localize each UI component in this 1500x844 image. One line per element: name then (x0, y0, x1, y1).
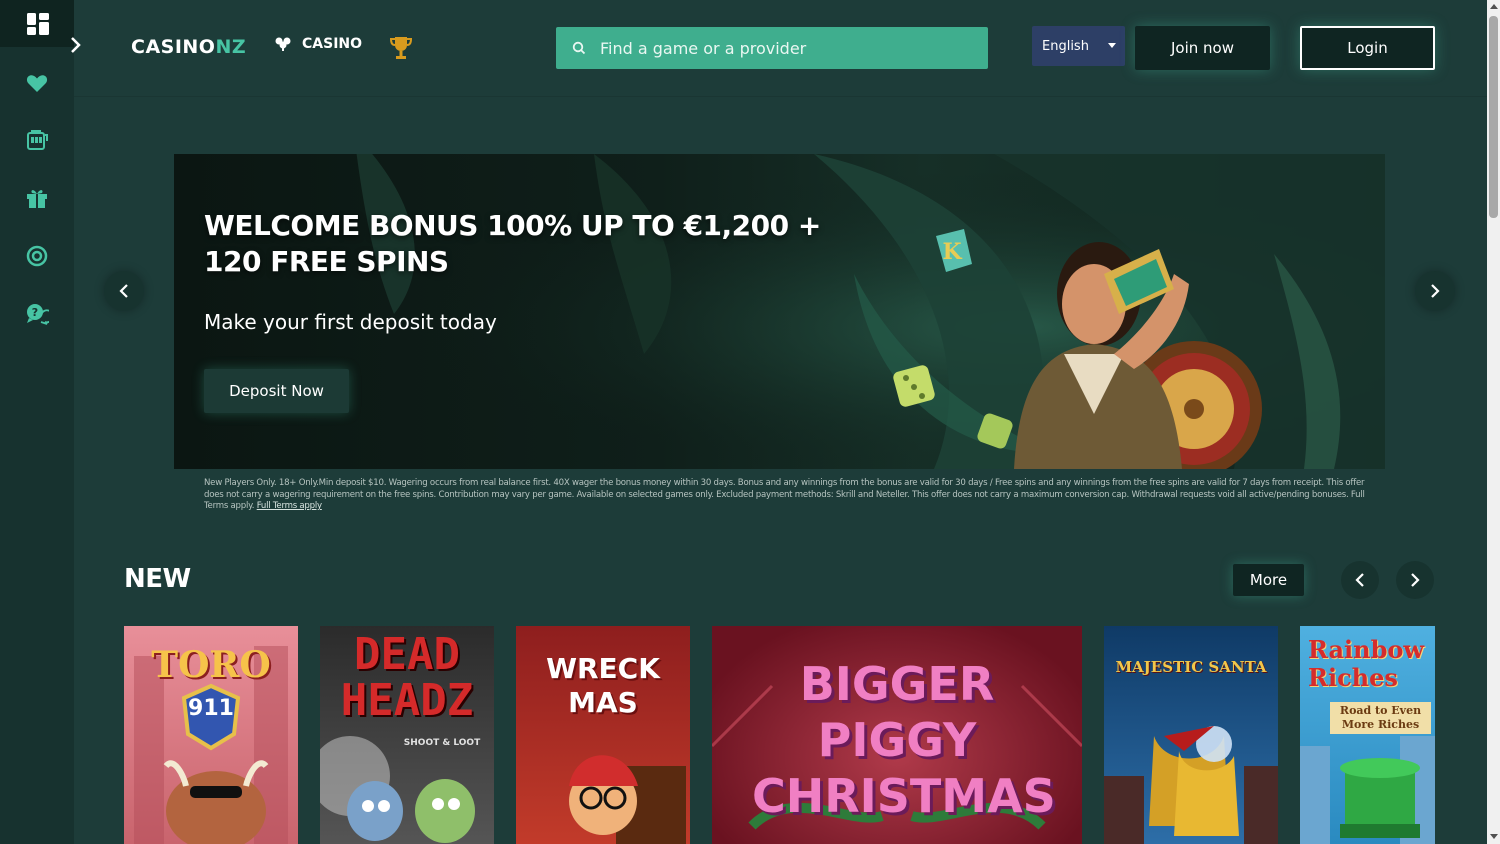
logo-suffix: NZ (215, 36, 247, 58)
gift-icon (27, 190, 47, 208)
scroll-thumb[interactable] (1489, 16, 1498, 218)
sidebar-dashboard-item[interactable] (0, 0, 74, 47)
sidebar-item-help[interactable]: ? (0, 285, 74, 343)
nav-casino-label: CASINO (302, 36, 363, 52)
search-icon (572, 41, 586, 55)
search-bar[interactable]: Find a game or a provider (556, 27, 988, 69)
sidebar-expand-button[interactable] (66, 34, 86, 56)
promo-banner[interactable]: K WELCOME BONUS 100% UP TO €1,200 + 120 … (174, 154, 1385, 469)
banner-subtitle: Make your first deposit today (204, 310, 497, 334)
game-tile[interactable]: DEAD HEADZ SHOOT & LOOT (320, 626, 494, 844)
chevron-left-icon (1355, 573, 1364, 587)
game-title: DEAD HEADZ (340, 629, 474, 726)
games-next-button[interactable] (1396, 561, 1434, 599)
more-button[interactable]: More (1233, 564, 1304, 596)
site-logo[interactable]: CASINONZ (131, 36, 246, 58)
join-now-button[interactable]: Join now (1135, 26, 1270, 70)
games-prev-button[interactable] (1341, 561, 1379, 599)
game-title: MAJESTIC SANTA (1115, 658, 1267, 676)
section-title-new: NEW (124, 564, 191, 594)
search-placeholder: Find a game or a provider (600, 38, 807, 58)
game-tile[interactable]: TORO 911 (124, 626, 298, 844)
deposit-now-button[interactable]: Deposit Now (204, 369, 349, 413)
heart-icon (26, 75, 48, 92)
svg-text:K: K (942, 239, 962, 265)
chat-help-icon: ? (27, 304, 49, 325)
chevron-right-icon (1411, 573, 1420, 587)
svg-text:?: ? (32, 306, 38, 319)
game-tile[interactable]: BIGGER PIGGY CHRISTMAS (712, 626, 1082, 844)
sidebar-item-support[interactable] (0, 227, 74, 285)
game-title: BIGGER PIGGY CHRISTMAS (752, 657, 1056, 823)
language-select[interactable]: English (1032, 26, 1125, 66)
page-scrollbar[interactable] (1487, 0, 1500, 844)
trophy-icon (389, 37, 413, 59)
lifebuoy-icon (26, 245, 48, 267)
login-button[interactable]: Login (1300, 26, 1435, 70)
banner-next-button[interactable] (1415, 271, 1455, 311)
dashboard-icon (27, 12, 49, 35)
banner-prev-button[interactable] (104, 271, 144, 311)
club-cards-icon (275, 37, 291, 51)
banner-title-line1: WELCOME BONUS 100% UP TO €1,200 + (204, 209, 821, 242)
chevron-right-icon (1431, 284, 1440, 298)
scroll-up-arrow-icon[interactable] (1490, 4, 1498, 9)
nav-casino-link[interactable]: CASINO (273, 36, 362, 52)
chevron-left-icon (119, 284, 128, 298)
game-title: WRECK MAS (546, 652, 660, 719)
sidebar: ? (0, 0, 74, 844)
banner-title: WELCOME BONUS 100% UP TO €1,200 + 120 FR… (204, 208, 821, 280)
full-terms-link[interactable]: Full Terms apply (257, 501, 322, 511)
game-title: TORO (151, 644, 271, 686)
banner-terms: New Players Only. 18+ Only.Min deposit $… (204, 478, 1374, 513)
game-subtitle: Road to Even More Riches (1330, 702, 1431, 734)
sidebar-item-promotions[interactable] (0, 169, 74, 227)
game-tile[interactable]: WRECK MAS (516, 626, 690, 844)
header-divider (74, 96, 1487, 97)
chevron-right-icon (71, 37, 81, 53)
game-subtitle: 911 (188, 696, 234, 721)
language-label: English (1042, 38, 1089, 54)
terms-text: New Players Only. 18+ Only.Min deposit $… (204, 478, 1365, 511)
sidebar-item-favourites[interactable] (0, 54, 74, 112)
scroll-down-arrow-icon[interactable] (1490, 834, 1498, 839)
banner-title-line2: 120 FREE SPINS (204, 245, 449, 278)
game-tile[interactable]: MAJESTIC SANTA (1104, 626, 1278, 844)
slot-machine-icon (27, 130, 48, 150)
caret-down-icon (1108, 43, 1116, 48)
game-subtitle: SHOOT & LOOT (403, 738, 481, 748)
game-tile[interactable]: Rainbow Riches Road to Even More Riches (1300, 626, 1435, 844)
nav-tournaments-link[interactable] (389, 35, 413, 65)
logo-prefix: CASINO (131, 36, 216, 58)
sidebar-item-slots[interactable] (0, 111, 74, 169)
game-title: Rainbow Riches (1308, 635, 1425, 692)
